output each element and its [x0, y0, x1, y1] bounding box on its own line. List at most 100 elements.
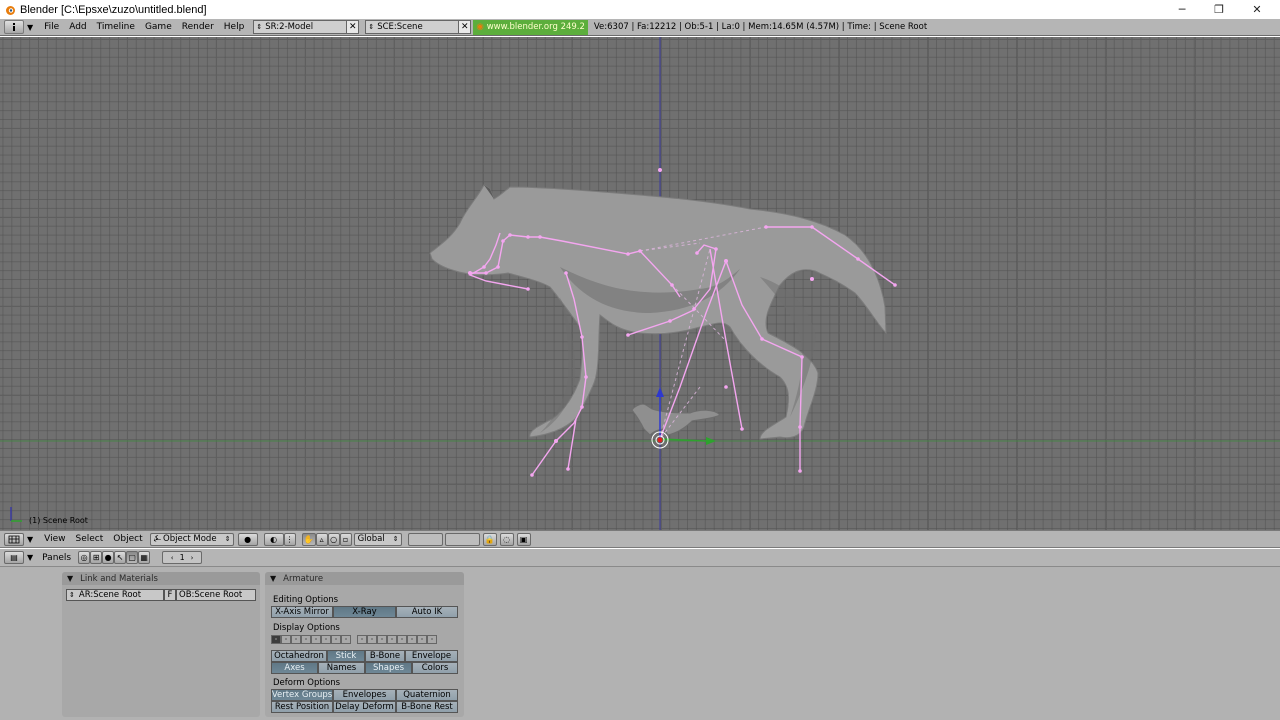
colors-display-toggle[interactable]: Colors	[412, 662, 458, 674]
x-axis-mirror-toggle[interactable]: X-Axis Mirror	[271, 606, 333, 618]
envelopes-toggle[interactable]: Envelopes	[333, 689, 396, 701]
layers-group-1[interactable]	[407, 532, 443, 546]
armature-panel-header[interactable]: ▼ Armature	[265, 572, 464, 585]
bone-layer-12[interactable]	[387, 635, 397, 644]
viewport-scene[interactable]	[0, 37, 1280, 530]
render-opengl-icon[interactable]: ▣	[516, 532, 531, 546]
bone-layer-3[interactable]	[291, 635, 301, 644]
editing-context-icon[interactable]: ▢	[126, 551, 139, 564]
layer-buttons[interactable]	[407, 532, 480, 546]
mode-selector[interactable]: ⍼ Object Mode ⇕	[149, 532, 234, 546]
scene-selector[interactable]: ⇕ SCE:Scene ✕	[365, 20, 472, 34]
widget-toggle-icon[interactable]: ⋮	[283, 532, 296, 546]
axes-display-toggle[interactable]: Axes	[271, 662, 318, 674]
scene-context-icon[interactable]: ▦	[138, 551, 151, 564]
draw-type-icon[interactable]: ●	[237, 532, 258, 546]
script-context-icon[interactable]: ⊞	[90, 551, 103, 564]
octahedron-display-toggle[interactable]: Octahedron	[271, 650, 327, 662]
frame-counter[interactable]: ‹ 1 ›	[162, 551, 203, 564]
frame-increment-icon[interactable]: ›	[191, 554, 194, 562]
panels-menu[interactable]: Panels	[37, 553, 76, 563]
screen-name[interactable]: SR:2-Model	[265, 22, 313, 32]
bone-layer-8[interactable]	[341, 635, 351, 644]
restore-button[interactable]: ❐	[1200, 0, 1238, 19]
bone-layer-10[interactable]	[367, 635, 377, 644]
mode-dropdown-arrow-icon[interactable]: ⇕	[225, 535, 231, 543]
translate-manipulator-icon[interactable]: ▵	[315, 532, 328, 546]
bone-layer-15[interactable]	[417, 635, 427, 644]
b-bone-display-toggle[interactable]: B-Bone	[365, 650, 405, 662]
armature-browse-icon[interactable]: ⇕	[69, 591, 75, 599]
screen-browse-icon[interactable]: ⇕	[256, 23, 262, 31]
scene-browse-icon[interactable]: ⇕	[368, 23, 374, 31]
vertex-groups-toggle[interactable]: Vertex Groups	[271, 689, 333, 701]
x-ray-toggle[interactable]: X-Ray	[333, 606, 396, 618]
bone-layer-7[interactable]	[331, 635, 341, 644]
mode-value[interactable]: Object Mode	[163, 534, 217, 544]
quaternion-toggle[interactable]: Quaternion	[396, 689, 458, 701]
armature-collapse-icon[interactable]: ▼	[270, 574, 276, 583]
menu-add[interactable]: Add	[64, 22, 91, 32]
layers-group-2[interactable]	[444, 532, 480, 546]
panel-collapse-icon[interactable]: ▼	[67, 574, 73, 583]
frame-value[interactable]: 1	[180, 553, 185, 562]
envelope-display-toggle[interactable]: Envelope	[405, 650, 458, 662]
3d-viewport[interactable]: (1) Scene Root	[0, 37, 1280, 530]
menu-file[interactable]: File	[39, 22, 64, 32]
bone-layer-6[interactable]	[321, 635, 331, 644]
screen-selector[interactable]: ⇕ SR:2-Model ✕	[253, 20, 360, 34]
menu-object[interactable]: Object	[108, 534, 147, 544]
delay-deform-toggle[interactable]: Delay Deform	[333, 701, 396, 713]
bone-layer-4[interactable]	[301, 635, 311, 644]
orientation-value[interactable]: Global	[358, 534, 385, 544]
stick-display-toggle[interactable]: Stick	[327, 650, 365, 662]
pivot-icon[interactable]: ◐	[263, 532, 284, 546]
frame-decrement-icon[interactable]: ‹	[171, 554, 174, 562]
logic-context-icon[interactable]: ◎	[78, 551, 91, 564]
manipulator-hand-icon[interactable]: ✋	[301, 532, 316, 546]
shading-context-icon[interactable]: ●	[102, 551, 115, 564]
render-preview-icon[interactable]: ◌	[499, 532, 514, 546]
bone-layer-16[interactable]	[427, 635, 437, 644]
shapes-display-toggle[interactable]: Shapes	[365, 662, 412, 674]
bone-layer-2[interactable]	[281, 635, 291, 644]
rotate-manipulator-icon[interactable]: ○	[327, 532, 340, 546]
object-name-field[interactable]: OB:Scene Root	[176, 589, 256, 601]
auto-ik-toggle[interactable]: Auto IK	[396, 606, 458, 618]
armature-datablock-field[interactable]: ⇕ AR:Scene Root	[66, 589, 164, 601]
screen-delete-icon[interactable]: ✕	[346, 21, 359, 33]
scene-delete-icon[interactable]: ✕	[458, 21, 471, 33]
orientation-dropdown-arrow-icon[interactable]: ⇕	[393, 535, 399, 543]
buttons-window-type-icon[interactable]: ▤	[4, 551, 24, 564]
scale-manipulator-icon[interactable]: ▫	[339, 532, 352, 546]
bone-layer-14[interactable]	[407, 635, 417, 644]
orientation-selector[interactable]: Global ⇕	[353, 532, 402, 546]
bone-layer-buttons[interactable]	[271, 635, 437, 644]
fake-user-button[interactable]: F	[164, 589, 176, 601]
object-context-icon[interactable]: ↖	[114, 551, 127, 564]
window-type-icon[interactable]	[4, 20, 24, 34]
menu-select[interactable]: Select	[71, 534, 109, 544]
header-collapse-icon[interactable]: ▼	[27, 23, 33, 32]
menu-view[interactable]: View	[39, 534, 70, 544]
menu-timeline[interactable]: Timeline	[92, 22, 140, 32]
bone-layer-1[interactable]	[271, 635, 281, 644]
armature-name[interactable]: AR:Scene Root	[79, 590, 141, 600]
blender-website-link[interactable]: ◉ www.blender.org 249.2	[473, 19, 588, 35]
blender-link-text[interactable]: www.blender.org 249.2	[487, 22, 585, 32]
rest-position-toggle[interactable]: Rest Position	[271, 701, 333, 713]
b-bone-rest-toggle[interactable]: B-Bone Rest	[396, 701, 458, 713]
menu-render[interactable]: Render	[177, 22, 219, 32]
wolf-mesh[interactable]	[429, 184, 887, 440]
bone-layer-11[interactable]	[377, 635, 387, 644]
names-display-toggle[interactable]: Names	[318, 662, 365, 674]
buttons-collapse-icon[interactable]: ▼	[27, 553, 33, 562]
bone-layer-9[interactable]	[357, 635, 367, 644]
close-button[interactable]: ✕	[1238, 0, 1276, 19]
view3d-collapse-icon[interactable]: ▼	[27, 535, 33, 544]
bone-root-marker[interactable]	[658, 168, 662, 172]
scene-name[interactable]: SCE:Scene	[377, 22, 422, 32]
view3d-window-type-icon[interactable]	[4, 532, 24, 546]
lock-layers-icon[interactable]: 🔒	[482, 532, 497, 546]
link-materials-header[interactable]: ▼ Link and Materials	[62, 572, 260, 585]
